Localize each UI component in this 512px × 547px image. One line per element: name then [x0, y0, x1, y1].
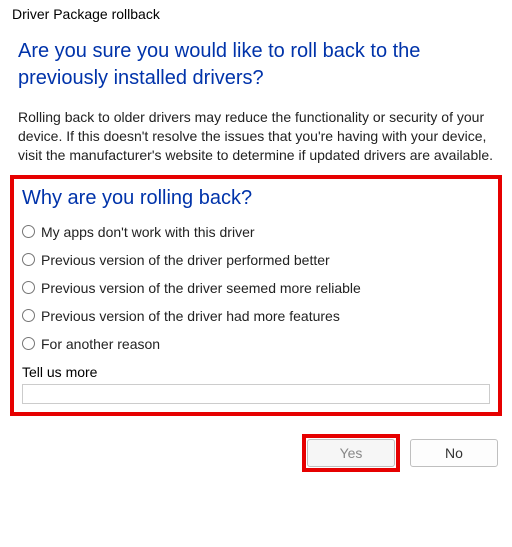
reason-option[interactable]: My apps don't work with this driver: [22, 224, 490, 240]
reason-label: Previous version of the driver performed…: [41, 252, 330, 268]
reason-option[interactable]: Previous version of the driver had more …: [22, 308, 490, 324]
reason-radio-2[interactable]: [22, 281, 35, 294]
reason-radio-3[interactable]: [22, 309, 35, 322]
dialog-button-row: Yes No: [0, 416, 512, 482]
yes-button[interactable]: Yes: [307, 439, 395, 467]
dialog-content: Are you sure you would like to roll back…: [0, 28, 512, 416]
confirm-heading: Are you sure you would like to roll back…: [18, 38, 494, 92]
reason-label: Previous version of the driver seemed mo…: [41, 280, 361, 296]
reason-radio-1[interactable]: [22, 253, 35, 266]
window-title: Driver Package rollback: [0, 0, 512, 28]
reason-option[interactable]: Previous version of the driver performed…: [22, 252, 490, 268]
reason-label: My apps don't work with this driver: [41, 224, 255, 240]
reason-label: For another reason: [41, 336, 160, 352]
reason-label: Previous version of the driver had more …: [41, 308, 340, 324]
reason-option[interactable]: For another reason: [22, 336, 490, 352]
tell-us-more-input[interactable]: [22, 384, 490, 404]
reason-radio-4[interactable]: [22, 337, 35, 350]
tell-us-more-label: Tell us more: [22, 364, 490, 380]
yes-button-highlight: Yes: [302, 434, 400, 472]
no-button[interactable]: No: [410, 439, 498, 467]
reason-radio-list: My apps don't work with this driver Prev…: [22, 224, 490, 352]
survey-heading: Why are you rolling back?: [22, 187, 490, 210]
reason-option[interactable]: Previous version of the driver seemed mo…: [22, 280, 490, 296]
survey-highlight-box: Why are you rolling back? My apps don't …: [10, 175, 502, 416]
description-text: Rolling back to older drivers may reduce…: [18, 108, 494, 165]
reason-radio-0[interactable]: [22, 225, 35, 238]
